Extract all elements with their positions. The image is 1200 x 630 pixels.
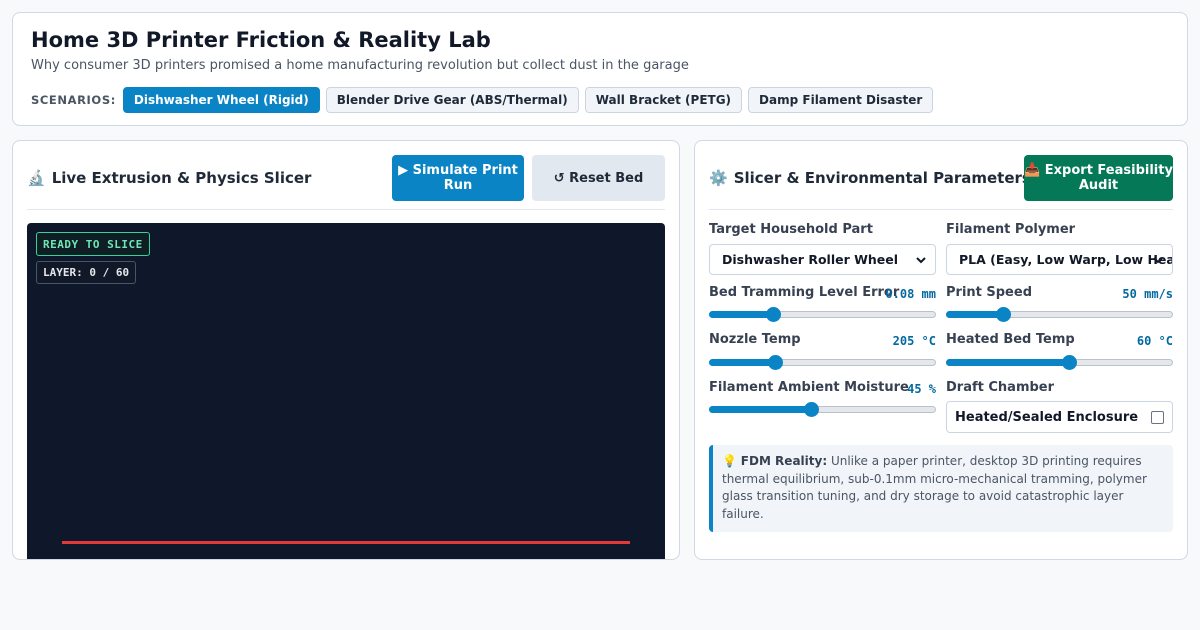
target-part-select[interactable]: Dishwasher Roller Wheel — [709, 244, 936, 275]
slider-fill — [709, 406, 812, 413]
slicer-panel: 🔬 Live Extrusion & Physics Slicer ▶ Simu… — [12, 140, 680, 560]
scenario-bar: SCENARIOS: Dishwasher Wheel (Rigid) Blen… — [31, 87, 934, 113]
chevron-down-icon — [916, 257, 926, 264]
filament-label: Filament Polymer — [946, 222, 1076, 237]
scenario-damp-filament-button[interactable]: Damp Filament Disaster — [748, 87, 934, 113]
parameters-panel-title: ⚙️ Slicer & Environmental Parameters — [709, 169, 1031, 187]
bed-temp-slider[interactable] — [946, 354, 1173, 370]
slider-fill — [946, 359, 1069, 366]
tramming-label: Bed Tramming Level Error — [709, 285, 900, 300]
simulate-print-button[interactable]: ▶ Simulate Print Run — [392, 155, 524, 201]
scenarios-label: SCENARIOS: — [31, 93, 116, 107]
slider-fill — [709, 311, 773, 318]
filament-select[interactable]: PLA (Easy, Low Warp, Low Heat) — [946, 244, 1173, 275]
scenario-blender-gear-button[interactable]: Blender Drive Gear (ABS/Thermal) — [325, 87, 579, 113]
slider-thumb[interactable] — [765, 307, 781, 322]
slider-thumb[interactable] — [804, 402, 820, 417]
page-subtitle: Why consumer 3D printers promised a home… — [31, 58, 689, 73]
draft-chamber-label: Draft Chamber — [946, 380, 1055, 395]
bed-temp-value: 60 °C — [1136, 334, 1173, 348]
moisture-slider[interactable] — [709, 401, 936, 417]
tramming-value: 0.08 mm — [885, 287, 936, 301]
print-speed-slider[interactable] — [946, 306, 1173, 322]
header-card: Home 3D Printer Friction & Reality Lab W… — [12, 12, 1188, 126]
panel-divider — [27, 209, 665, 210]
slider-thumb[interactable] — [995, 307, 1011, 322]
enclosure-checkbox[interactable] — [1151, 410, 1164, 424]
nozzle-temp-label: Nozzle Temp — [709, 332, 801, 347]
layer-counter: LAYER: 0 / 60 — [36, 261, 137, 284]
chevron-down-icon — [1153, 257, 1163, 264]
slicer-panel-title: 🔬 Live Extrusion & Physics Slicer — [27, 169, 311, 187]
slider-thumb[interactable] — [1061, 355, 1077, 370]
slicer-panel-title-text: Live Extrusion & Physics Slicer — [51, 169, 312, 187]
print-bed-line — [62, 541, 630, 544]
parameters-panel-title-text: Slicer & Environmental Parameters — [733, 169, 1031, 187]
moisture-label: Filament Ambient Moisture — [709, 380, 909, 395]
microscope-icon: 🔬 — [27, 169, 46, 187]
enclosure-toggle[interactable]: Heated/Sealed Enclosure — [946, 401, 1173, 433]
tramming-slider[interactable] — [709, 306, 936, 322]
reset-bed-button[interactable]: ↺ Reset Bed — [532, 155, 665, 201]
target-part-label: Target Household Part — [709, 222, 873, 237]
panel-divider — [709, 209, 1173, 210]
print-speed-label: Print Speed — [946, 285, 1032, 300]
nozzle-temp-value: 205 °C — [892, 334, 936, 348]
lightbulb-icon: 💡 — [722, 454, 737, 468]
nozzle-temp-slider[interactable] — [709, 354, 936, 370]
print-canvas[interactable]: READY TO SLICE LAYER: 0 / 60 — [27, 223, 665, 559]
fdm-reality-note: 💡 FDM Reality: Unlike a paper printer, d… — [709, 445, 1173, 532]
moisture-value: 45 % — [907, 382, 936, 396]
print-speed-value: 50 mm/s — [1122, 287, 1173, 301]
slider-thumb[interactable] — [767, 355, 783, 370]
scenario-dishwasher-wheel-button[interactable]: Dishwasher Wheel (Rigid) — [122, 87, 320, 113]
target-part-value: Dishwasher Roller Wheel — [722, 252, 899, 267]
scenario-wall-bracket-button[interactable]: Wall Bracket (PETG) — [584, 87, 743, 113]
enclosure-option-label: Heated/Sealed Enclosure — [955, 409, 1139, 425]
parameters-panel: ⚙️ Slicer & Environmental Parameters 📥 E… — [694, 140, 1188, 560]
info-heading: FDM Reality: — [740, 454, 828, 468]
gear-icon: ⚙️ — [709, 169, 728, 187]
status-badge: READY TO SLICE — [36, 232, 150, 256]
page-title: Home 3D Printer Friction & Reality Lab — [31, 28, 491, 52]
filament-value: PLA (Easy, Low Warp, Low Heat) — [959, 252, 1173, 267]
export-audit-button[interactable]: 📥 Export Feasibility Audit — [1024, 155, 1173, 201]
slider-fill — [709, 359, 775, 366]
bed-temp-label: Heated Bed Temp — [946, 332, 1075, 347]
slider-fill — [946, 311, 1003, 318]
